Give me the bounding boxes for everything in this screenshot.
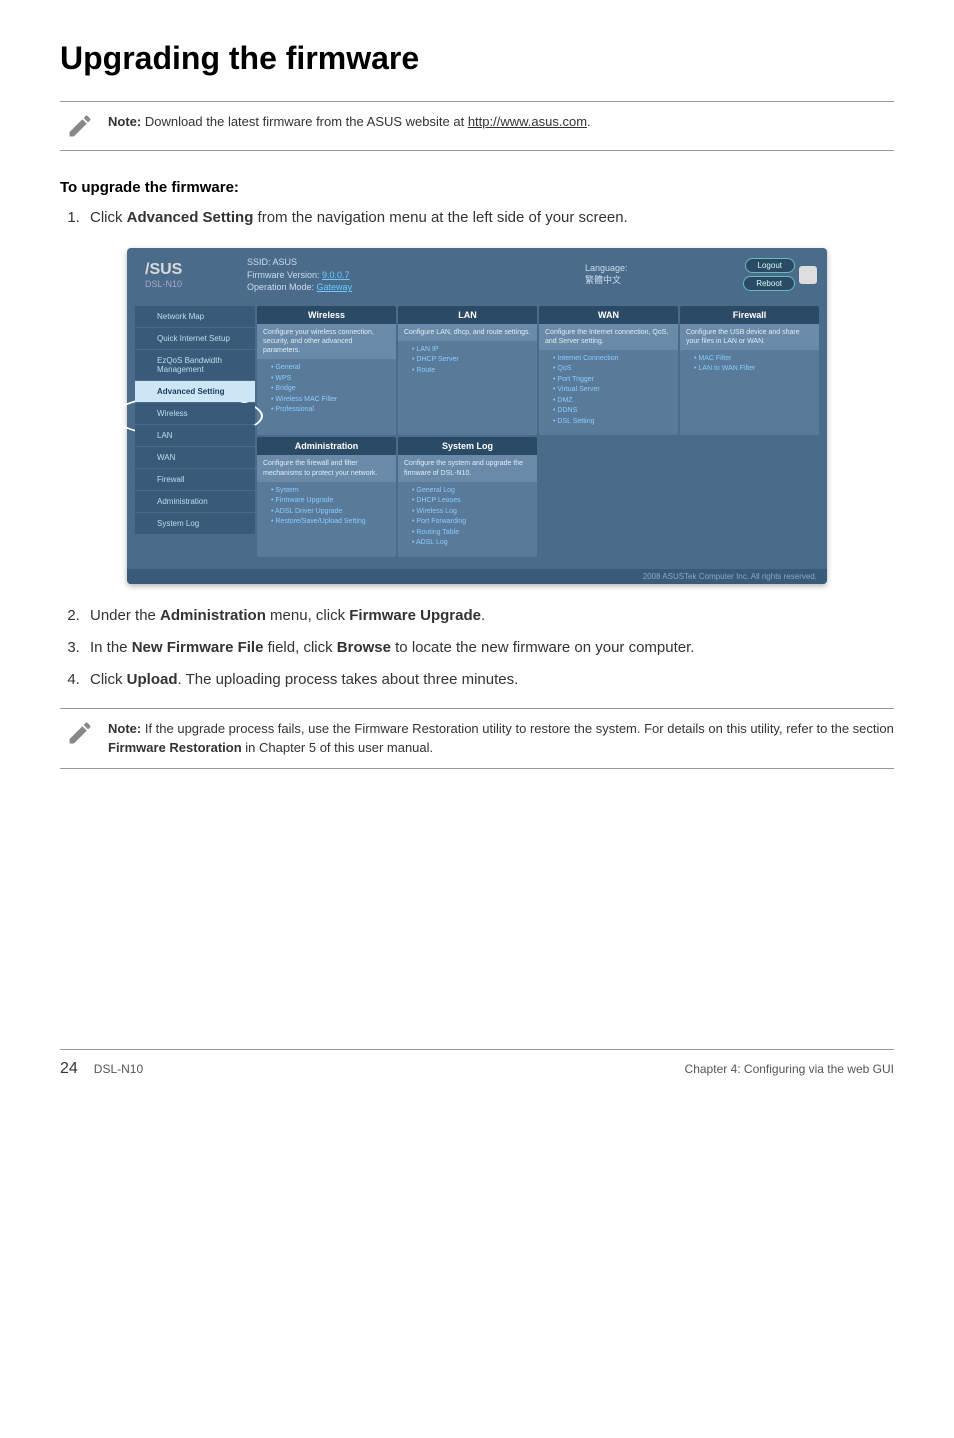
panel-administration: Administration Configure the firewall an… (257, 437, 396, 556)
panel-list: LAN IP DHCP Server Route (398, 341, 537, 385)
sidebar-item-wan[interactable]: WAN (135, 447, 255, 468)
panel-lan: LAN Configure LAN, dhcp, and route setti… (398, 306, 537, 436)
note-text-2: Note: If the upgrade process fails, use … (100, 719, 894, 758)
note-box-1: Note: Download the latest firmware from … (60, 101, 894, 151)
sidebar-item-system-log[interactable]: System Log (135, 513, 255, 534)
panel-desc: Configure the USB device and share your … (680, 324, 819, 350)
note-label: Note: (108, 721, 141, 736)
panel-wireless: Wireless Configure your wireless connect… (257, 306, 396, 436)
page-footer: 24 DSL-N10 Chapter 4: Configuring via th… (60, 1049, 894, 1078)
step-3: In the New Firmware File field, click Br… (84, 636, 894, 660)
panel-desc: Configure your wireless connection, secu… (257, 324, 396, 359)
panel-head: WAN (539, 306, 678, 324)
note-link: http://www.asus.com (468, 114, 587, 129)
asus-logo: /SUS DSL-N10 (137, 261, 247, 289)
pencil-icon (60, 719, 100, 747)
panel-head: Firewall (680, 306, 819, 324)
panel-list: MAC Filter LAN to WAN Filter (680, 350, 819, 383)
panel-desc: Configure the Internet connection, QoS, … (539, 324, 678, 350)
router-screenshot: /SUS DSL-N10 SSID: ASUS Firmware Version… (127, 248, 827, 584)
panel-head: LAN (398, 306, 537, 324)
language-value: 繁體中文 (585, 273, 695, 286)
note-box-2: Note: If the upgrade process fails, use … (60, 708, 894, 769)
sidebar-item-wireless[interactable]: Wireless (135, 403, 255, 424)
footer-chapter: Chapter 4: Configuring via the web GUI (685, 1062, 894, 1076)
procedure-heading: To upgrade the firmware: (60, 179, 894, 196)
ss-footer: 2008 ASUSTek Computer Inc. All rights re… (127, 569, 827, 584)
footer-model: DSL-N10 (94, 1062, 143, 1076)
sidebar-item-advanced-setting[interactable]: Advanced Setting (135, 381, 255, 402)
panel-head: Administration (257, 437, 396, 455)
panel-desc: Configure the system and upgrade the fir… (398, 455, 537, 481)
reboot-button[interactable]: Reboot (743, 276, 795, 291)
step-list-1: Click Advanced Setting from the navigati… (60, 206, 894, 230)
sidebar-item-lan[interactable]: LAN (135, 425, 255, 446)
panel-desc: Configure the firewall and filter mechan… (257, 455, 396, 481)
fw-line: Firmware Version: 9.0.0.7 (247, 269, 585, 282)
sidebar-item-network-map[interactable]: Network Map (135, 306, 255, 327)
language-block: Language: 繁體中文 (585, 263, 695, 286)
note-body: Download the latest firmware from the AS… (141, 114, 468, 129)
header-buttons: Logout Reboot (695, 258, 795, 291)
ss-header: /SUS DSL-N10 SSID: ASUS Firmware Version… (127, 248, 827, 302)
step-1: Click Advanced Setting from the navigati… (84, 206, 894, 230)
panel-wan: WAN Configure the Internet connection, Q… (539, 306, 678, 436)
language-label: Language: (585, 263, 695, 273)
mode-line: Operation Mode: Gateway (247, 281, 585, 294)
ss-body: Network Map Quick Internet Setup EzQoS B… (127, 302, 827, 569)
note-tail: in Chapter 5 of this user manual. (242, 740, 434, 755)
note-tail: . (587, 114, 591, 129)
panel-firewall: Firewall Configure the USB device and sh… (680, 306, 819, 436)
logout-button[interactable]: Logout (745, 258, 795, 273)
sidebar-item-firewall[interactable]: Firewall (135, 469, 255, 490)
sidebar: Network Map Quick Internet Setup EzQoS B… (135, 306, 255, 557)
panel-list: System Firmware Upgrade ADSL Driver Upgr… (257, 482, 396, 536)
note-bold: Firmware Restoration (108, 740, 242, 755)
panel-head: System Log (398, 437, 537, 455)
panel-desc: Configure LAN, dhcp, and route settings. (398, 324, 537, 341)
ss-info: SSID: ASUS Firmware Version: 9.0.0.7 Ope… (247, 256, 585, 294)
pencil-icon (60, 112, 100, 140)
note-body: If the upgrade process fails, use the Fi… (141, 721, 894, 736)
sidebar-item-administration[interactable]: Administration (135, 491, 255, 512)
ssid-label: SSID: ASUS (247, 256, 585, 269)
sidebar-item-ezqos[interactable]: EzQoS Bandwidth Management (135, 350, 255, 380)
page-number: 24 (60, 1060, 78, 1078)
printer-icon (799, 266, 817, 284)
panel-list: General Log DHCP Leases Wireless Log Por… (398, 482, 537, 557)
panel-system-log: System Log Configure the system and upgr… (398, 437, 537, 556)
panel-list: Internet Connection QoS Port Trigger Vir… (539, 350, 678, 436)
panel-head: Wireless (257, 306, 396, 324)
note-label: Note: (108, 114, 141, 129)
step-4: Click Upload. The uploading process take… (84, 668, 894, 692)
page-title: Upgrading the firmware (60, 40, 894, 77)
step-2: Under the Administration menu, click Fir… (84, 604, 894, 628)
note-text-1: Note: Download the latest firmware from … (100, 112, 591, 132)
panel-list: General WPS Bridge Wireless MAC Filter P… (257, 359, 396, 424)
step-list-2: Under the Administration menu, click Fir… (60, 604, 894, 692)
sidebar-item-quick-setup[interactable]: Quick Internet Setup (135, 328, 255, 349)
ss-main-grid: Wireless Configure your wireless connect… (257, 306, 819, 557)
